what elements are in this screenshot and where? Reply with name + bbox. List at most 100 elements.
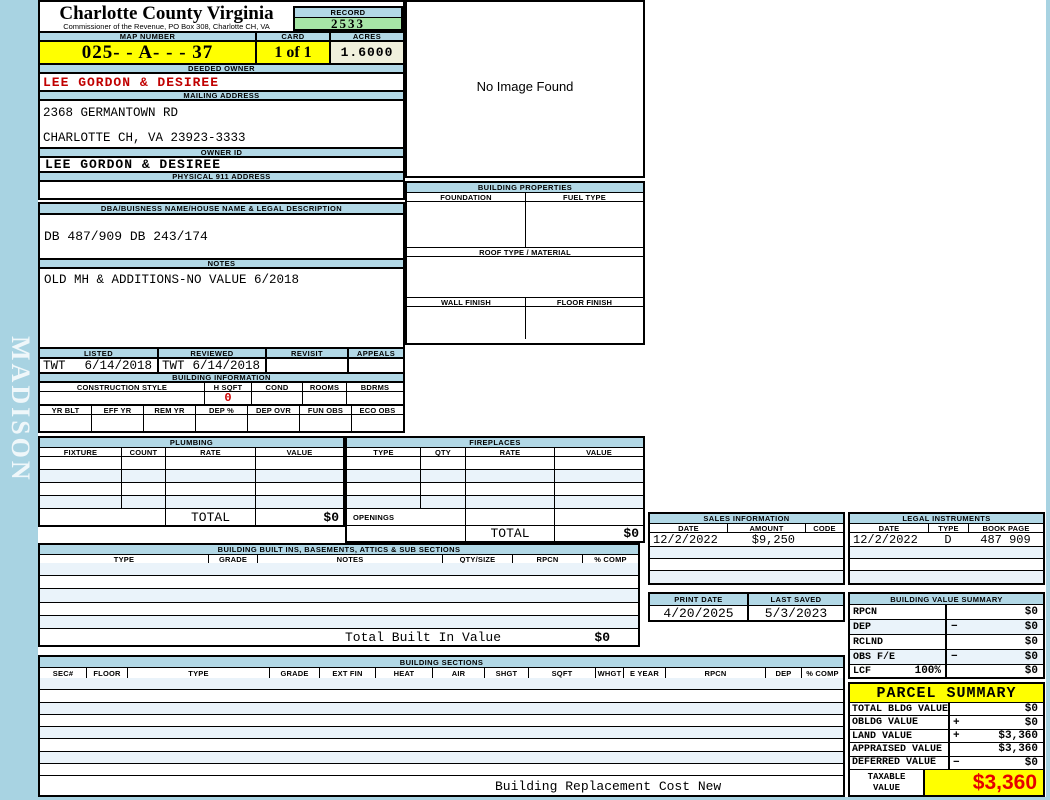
hsqft-header: H SQFT: [204, 383, 251, 391]
last-saved-value: 5/3/2023: [747, 606, 843, 621]
fireplaces-total-value: $0: [554, 526, 643, 541]
built-ins-rows: [40, 563, 638, 629]
table-row: [40, 469, 343, 482]
value-summary-row: RCLND $0: [850, 634, 1043, 649]
table-row: [347, 482, 643, 495]
building-info-header-row-1: CONSTRUCTION STYLE H SQFT COND ROOMS BDR…: [40, 381, 403, 391]
whgt-header: WHGT: [595, 668, 623, 678]
fuel-type-field[interactable]: [525, 202, 643, 247]
appeals-field[interactable]: [347, 359, 403, 372]
map-number-field[interactable]: 025- - A- - - 37: [40, 42, 255, 63]
built-ins-title: BUILDING BUILT INS, BASEMENTS, ATTICS & …: [40, 545, 638, 554]
acres-field[interactable]: 1.6000: [329, 42, 403, 63]
legal-description-field[interactable]: DB 487/909 DB 243/174: [40, 213, 403, 258]
rpcn-value: $0: [1024, 606, 1038, 618]
plumbing-header-row: FIXTURE COUNT RATE VALUE: [40, 447, 343, 456]
table-row: [850, 558, 1043, 570]
wall-floor-fields: [407, 306, 643, 339]
table-row: [40, 701, 843, 714]
building-sections-rows: [40, 678, 843, 775]
fireplaces-openings-row: OPENINGS: [347, 508, 643, 525]
yrblt-field[interactable]: [40, 415, 91, 431]
total-bldg-value: $0: [1024, 703, 1038, 716]
print-saved-value-row: 4/20/2025 5/3/2023: [650, 605, 843, 621]
table-row: [40, 482, 343, 495]
ecoobs-field[interactable]: [351, 415, 403, 431]
table-row: [40, 601, 638, 615]
wall-finish-field[interactable]: [407, 307, 525, 339]
owner-id-field[interactable]: LEE GORDON & DESIREE: [40, 156, 403, 172]
funobs-header: FUN OBS: [299, 406, 351, 414]
dep-pct-field[interactable]: [195, 415, 247, 431]
parcel-summary: PARCEL SUMMARY TOTAL BLDG VALUE $0 OBLDG…: [848, 682, 1045, 797]
type-header: TYPE: [40, 555, 208, 563]
built-ins-total-value: $0: [594, 630, 610, 645]
parcel-summary-row: DEFERRED VALUE − $0: [850, 755, 1043, 770]
commissioner-line: Commissioner of the Revenue, PO Box 308,…: [63, 22, 270, 31]
no-image-text: No Image Found: [476, 79, 574, 94]
print-saved-header-row: PRINT DATE LAST SAVED: [650, 594, 843, 605]
sales-row[interactable]: 12/2/2022 $9,250: [650, 532, 843, 547]
card-label: CARD: [255, 32, 329, 41]
instruments-header-row: DATE TYPE BOOK PAGE: [850, 523, 1043, 532]
funobs-field[interactable]: [299, 415, 351, 431]
table-row: [850, 570, 1043, 583]
eyear-header: E YEAR: [623, 668, 665, 678]
value-summary-title: BUILDING VALUE SUMMARY: [850, 594, 1043, 604]
depovr-field[interactable]: [247, 415, 299, 431]
instrument-row[interactable]: 12/2/2022 D 487 909: [850, 532, 1043, 547]
owner-id-label: OWNER ID: [40, 147, 403, 157]
taxable-value: $3,360: [972, 770, 1037, 794]
revisit-field[interactable]: [265, 359, 347, 372]
rooms-field[interactable]: [302, 392, 346, 404]
yrblt-header: YR BLT: [40, 406, 91, 414]
parcel-summary-row: APPRAISED VALUE $3,360: [850, 742, 1043, 756]
cond-header: COND: [251, 383, 302, 391]
physical-address-field[interactable]: [40, 180, 403, 198]
listed-field[interactable]: TWT 6/14/2018: [40, 359, 157, 373]
remyr-field[interactable]: [143, 415, 195, 431]
bdrms-field[interactable]: [346, 392, 403, 404]
watermark-madison: MADISON: [6, 336, 35, 483]
wall-finish-header: WALL FINISH: [407, 298, 525, 306]
rclnd-label: RCLND: [850, 635, 947, 649]
notes-field[interactable]: OLD MH & ADDITIONS-NO VALUE 6/2018: [40, 267, 403, 347]
built-ins-total-label: Total Built In Value: [345, 630, 502, 645]
building-info-value-row-1: 0: [40, 391, 403, 405]
building-info-value-row-2: [40, 414, 403, 431]
table-row: [40, 726, 843, 739]
mailing-address-field[interactable]: 2368 GERMANTOWN RD CHARLOTTE CH, VA 2392…: [40, 99, 403, 147]
deeded-owner-field[interactable]: LEE GORDON & DESIREE: [40, 72, 403, 90]
deeded-owner-label: DEEDED OWNER: [40, 63, 403, 73]
hsqft-field[interactable]: 0: [204, 391, 251, 405]
dep-value: $0: [1024, 621, 1038, 633]
parcel-summary-title: PARCEL SUMMARY: [876, 684, 1017, 702]
value-header: VALUE: [554, 448, 643, 456]
record-box: RECORD 2533: [293, 6, 403, 31]
print-saved-panel: PRINT DATE LAST SAVED 4/20/2025 5/3/2023: [648, 592, 845, 622]
construction-style-field[interactable]: [40, 392, 204, 404]
address-line-2: CHARLOTTE CH, VA 23923-3333: [43, 131, 246, 145]
foundation-field[interactable]: [407, 202, 525, 247]
roof-field[interactable]: [407, 256, 643, 297]
plumbing-title: PLUMBING: [40, 438, 343, 447]
construction-style-header: CONSTRUCTION STYLE: [40, 383, 204, 391]
instrument-book-page: 487 909: [980, 532, 1031, 547]
table-row: [347, 495, 643, 508]
map-header-row: MAP NUMBER CARD ACRES: [40, 31, 403, 41]
physical-address-label: PHYSICAL 911 ADDRESS: [40, 171, 403, 181]
grade-header: GRADE: [269, 668, 319, 678]
table-row: [650, 558, 843, 570]
card-field[interactable]: 1 of 1: [255, 42, 329, 63]
parcel-summary-row: LAND VALUE + $3,360: [850, 728, 1043, 743]
cond-field[interactable]: [251, 392, 302, 404]
legal-description-label: DBA/BUISNESS NAME/HOUSE NAME & LEGAL DES…: [40, 204, 403, 213]
obldg-op: +: [953, 716, 960, 729]
floor-finish-field[interactable]: [525, 307, 643, 339]
built-ins-total-row: Total Built In Value $0: [40, 628, 638, 645]
openings-field[interactable]: [465, 509, 554, 525]
amount-header: AMOUNT: [727, 524, 805, 532]
reviewed-field[interactable]: TWT 6/14/2018: [157, 359, 265, 373]
effyr-field[interactable]: [91, 415, 143, 431]
table-row: [40, 575, 638, 588]
